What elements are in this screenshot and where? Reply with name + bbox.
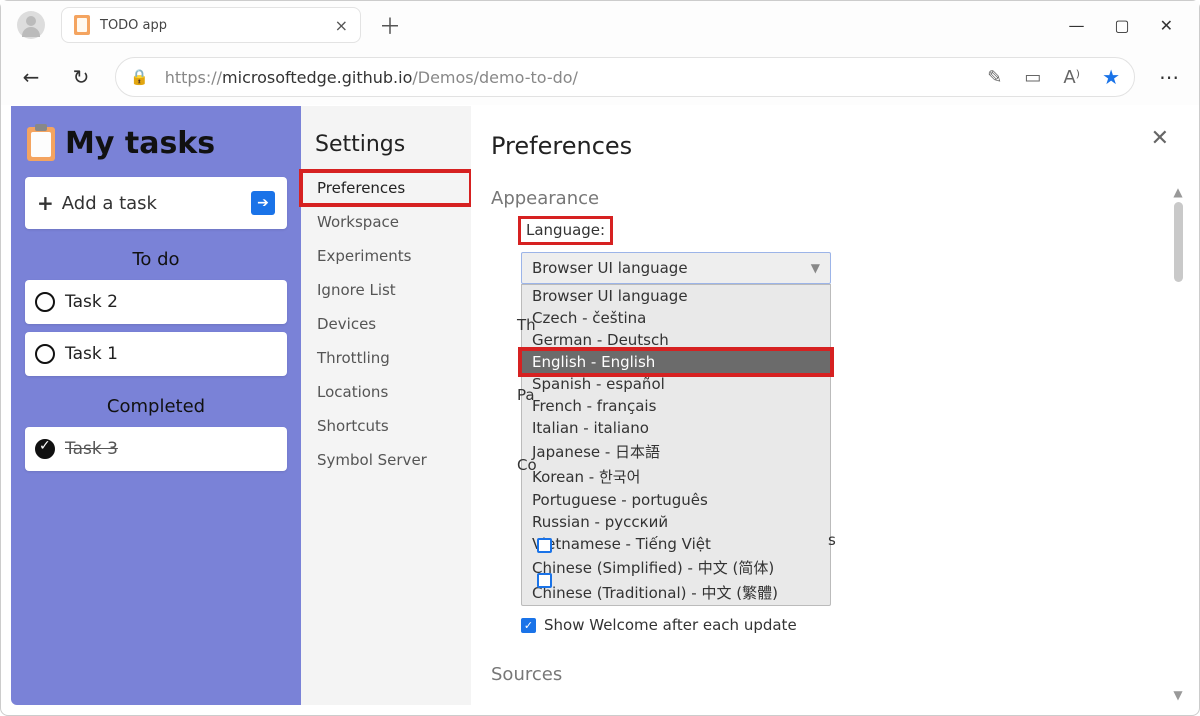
task-label: Task 1 [65,344,118,364]
browser-toolbar: ← ↻ 🔒 https://microsoftedge.github.io/De… [1,49,1199,105]
partial-label: Pa [517,386,535,404]
language-option[interactable]: Japanese - 日本語 [522,439,830,464]
settings-item-experiments[interactable]: Experiments [301,239,471,273]
checkbox-checked[interactable] [521,618,536,633]
settings-item-preferences[interactable]: Preferences [301,171,471,205]
section-completed-label: Completed [25,396,287,417]
window-close-icon[interactable]: ✕ [1160,16,1173,35]
settings-item-devices[interactable]: Devices [301,307,471,341]
scroll-down-icon[interactable]: ▼ [1171,689,1185,701]
task-item[interactable]: Task 2 [25,280,287,324]
add-task-placeholder: Add a task [62,193,157,214]
checkbox[interactable] [537,538,552,553]
plus-icon: + [37,191,54,215]
appearance-heading: Appearance [491,188,1163,209]
settings-item-ignore-list[interactable]: Ignore List [301,273,471,307]
edit-icon[interactable]: ✎ [987,67,1002,88]
task-checkbox-icon[interactable] [35,344,55,364]
section-todo-label: To do [25,249,287,270]
page-content: My tasks + Add a task ➔ To do Task 2 Tas… [11,106,1189,705]
read-aloud-icon[interactable]: A⁾ [1063,67,1080,88]
preferences-title: Preferences [491,132,1163,160]
browser-tab[interactable]: TODO app × [61,7,361,43]
language-option[interactable]: Russian - русский [522,511,830,533]
settings-item-workspace[interactable]: Workspace [301,205,471,239]
address-bar[interactable]: 🔒 https://microsoftedge.github.io/Demos/… [115,57,1135,97]
app-title: My tasks [65,126,215,161]
language-select[interactable]: Browser UI language ▼ [521,252,831,284]
window-controls: — ▢ ✕ [1068,16,1191,35]
language-option[interactable]: English - English [522,351,830,373]
tab-close-icon[interactable]: × [335,16,348,35]
task-checkbox-checked-icon[interactable] [35,439,55,459]
url-text: https://microsoftedge.github.io/Demos/de… [165,68,578,87]
address-bar-actions: ✎ ▭ A⁾ ★ [987,65,1120,89]
language-field: Language: [521,219,1163,242]
settings-nav: Settings Preferences Workspace Experimen… [301,106,471,705]
language-label: Language: [521,219,610,242]
browser-menu-icon[interactable]: ⋯ [1153,61,1185,93]
tab-title: TODO app [100,18,167,33]
app-sidebar: My tasks + Add a task ➔ To do Task 2 Tas… [11,106,301,705]
window-minimize-icon[interactable]: — [1068,16,1084,35]
scroll-thumb[interactable] [1174,202,1183,282]
language-option[interactable]: Browser UI language [522,285,830,307]
checkbox[interactable] [537,573,552,588]
language-option[interactable]: Vietnamese - Tiếng Việt [522,533,830,555]
settings-title: Settings [301,132,471,171]
favorite-star-icon[interactable]: ★ [1102,65,1120,89]
language-option[interactable]: Korean - 한국어 [522,464,830,489]
nav-back-icon[interactable]: ← [15,61,47,93]
profile-avatar[interactable] [17,11,45,39]
clipboard-icon [27,127,55,161]
settings-item-throttling[interactable]: Throttling [301,341,471,375]
browser-tab-strip: TODO app × ＋ — ▢ ✕ [1,1,1199,49]
settings-item-locations[interactable]: Locations [301,375,471,409]
app-icon[interactable]: ▭ [1024,67,1041,88]
language-option[interactable]: German - Deutsch [522,329,830,351]
sources-heading: Sources [491,664,1163,685]
task-label: Task 3 [65,439,118,459]
window-maximize-icon[interactable]: ▢ [1114,16,1129,35]
add-task-input[interactable]: + Add a task ➔ [25,177,287,229]
settings-item-shortcuts[interactable]: Shortcuts [301,409,471,443]
language-option[interactable]: Italian - italiano [522,417,830,439]
welcome-check-label: Show Welcome after each update [544,616,797,634]
task-item[interactable]: Task 1 [25,332,287,376]
lock-icon[interactable]: 🔒 [130,68,149,86]
task-label: Task 2 [65,292,118,312]
close-icon[interactable]: ✕ [1151,126,1169,151]
partial-label: s [828,531,836,549]
add-task-submit-icon[interactable]: ➔ [251,191,275,215]
tab-favicon-icon [74,15,90,35]
partial-label: Th [517,316,536,334]
settings-item-symbol-server[interactable]: Symbol Server [301,443,471,477]
language-option[interactable]: French - français [522,395,830,417]
new-tab-icon[interactable]: ＋ [379,9,401,41]
scroll-up-icon[interactable]: ▲ [1171,186,1185,198]
task-checkbox-icon[interactable] [35,292,55,312]
app-title-row: My tasks [27,126,285,161]
preferences-panel: Preferences ✕ ▲ ▼ Appearance Language: B… [471,106,1189,705]
partial-label: Co [517,456,537,474]
language-option[interactable]: Chinese (Simplified) - 中文 (简体) [522,555,830,580]
language-option[interactable]: Czech - čeština [522,307,830,329]
language-option[interactable]: Chinese (Traditional) - 中文 (繁體) [522,580,830,605]
language-option[interactable]: Spanish - español [522,373,830,395]
nav-refresh-icon[interactable]: ↻ [65,61,97,93]
scrollbar[interactable]: ▲ ▼ [1171,186,1185,701]
welcome-check-row[interactable]: Show Welcome after each update [521,616,1163,634]
chevron-down-icon: ▼ [811,261,820,275]
language-option[interactable]: Portuguese - português [522,489,830,511]
task-item-done[interactable]: Task 3 [25,427,287,471]
language-select-value: Browser UI language [532,259,688,277]
language-dropdown[interactable]: Browser UI languageCzech - češtinaGerman… [521,284,831,606]
